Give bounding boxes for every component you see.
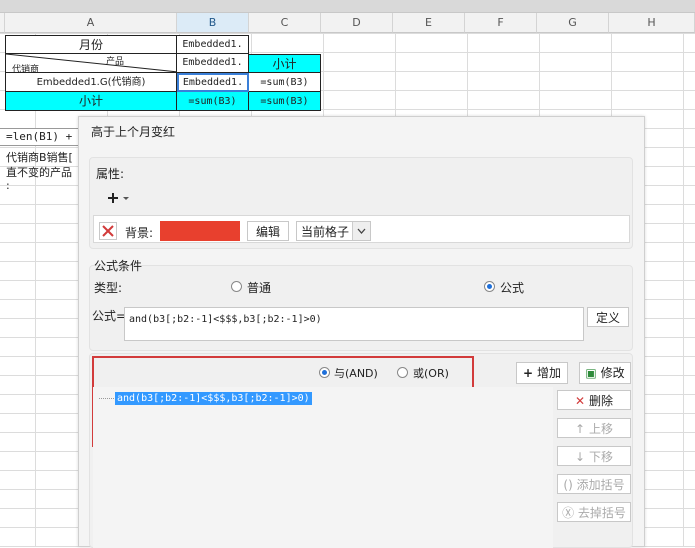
- condition-item-selected[interactable]: and(b3[;b2:-1]<$$$,b3[;b2:-1]>0): [115, 392, 312, 405]
- cell-a1[interactable]: 月份: [5, 35, 177, 54]
- type-label: 类型:: [94, 281, 123, 295]
- add-bracket-label: 添加括号: [576, 478, 625, 492]
- delete-button-label: 删除: [588, 394, 613, 408]
- arrow-down-icon: ↓: [575, 450, 586, 464]
- radio-or-label[interactable]: 或(OR): [413, 365, 449, 381]
- cell-c3[interactable]: =sum(B3): [249, 73, 321, 92]
- attributes-label: 属性:: [96, 167, 125, 181]
- radio-and[interactable]: [319, 367, 330, 378]
- modify-icon: ▣: [585, 366, 597, 380]
- move-up-button[interactable]: ↑ 上移: [557, 418, 631, 438]
- cell-b3-selected[interactable]: Embedded1.: [177, 73, 249, 92]
- plus-icon: [108, 193, 129, 203]
- radio-normal-label[interactable]: 普通: [247, 279, 271, 296]
- arrow-up-icon: ↑: [575, 422, 586, 436]
- move-down-button[interactable]: ↓ 下移: [557, 446, 631, 466]
- chevron-down-icon: [352, 222, 370, 240]
- condition-tree[interactable]: [93, 387, 553, 548]
- cell-a2-diagonal-header[interactable]: 产品 代销商: [5, 54, 177, 73]
- edit-button[interactable]: 编辑: [247, 221, 289, 241]
- column-header-h[interactable]: H: [609, 13, 695, 33]
- add-attribute-dropdown[interactable]: [101, 189, 131, 207]
- bracket-icon: (): [563, 478, 573, 492]
- column-header-g[interactable]: G: [537, 13, 609, 33]
- scope-select-value: 当前格子: [301, 225, 350, 239]
- formula-input[interactable]: and(b3[;b2:-1]<$$$,b3[;b2:-1]>0): [124, 307, 584, 341]
- remove-bracket-label: 去掉括号: [577, 506, 626, 520]
- formula-cell-text[interactable]: =len(B1) + ': [0, 128, 80, 146]
- define-button[interactable]: 定义: [587, 307, 629, 327]
- modify-button[interactable]: ▣ 修改: [579, 362, 631, 384]
- cell-b4[interactable]: =sum(B3): [177, 92, 249, 111]
- add-bracket-button[interactable]: () 添加括号: [557, 474, 631, 494]
- column-header-a[interactable]: A: [5, 13, 177, 33]
- column-header-d[interactable]: D: [321, 13, 393, 33]
- cell-b2[interactable]: Embedded1.: [177, 54, 249, 73]
- add-button-label: 增加: [536, 366, 561, 380]
- product-header-label: 产品: [106, 57, 125, 67]
- close-icon: [102, 225, 114, 237]
- conditional-attribute-dialog: 高于上个月变红 属性: 背景: 编辑 当前格子 公式条件 类型: 普通 公式 公…: [78, 116, 645, 548]
- condition-group-label: 公式条件: [94, 259, 143, 273]
- column-header-b[interactable]: B: [177, 13, 249, 33]
- formula-label: 公式=: [92, 309, 127, 323]
- plus-icon: +: [523, 366, 534, 380]
- modify-button-label: 修改: [600, 366, 625, 380]
- tree-connector: [99, 398, 114, 399]
- cell-a3[interactable]: Embedded1.G(代销商): [5, 73, 177, 92]
- radio-formula[interactable]: [484, 281, 495, 292]
- background-color-swatch[interactable]: [160, 221, 240, 241]
- delete-button[interactable]: ✕ 删除: [557, 390, 631, 410]
- cell-a4[interactable]: 小计: [5, 92, 177, 111]
- remove-bracket-button[interactable]: Ⓧ 去掉括号: [557, 502, 631, 522]
- dealer-header-label: 代销商: [12, 65, 40, 73]
- radio-or[interactable]: [397, 367, 408, 378]
- radio-formula-label[interactable]: 公式: [500, 279, 524, 296]
- column-header-e[interactable]: E: [393, 13, 465, 33]
- cell-c2[interactable]: 小计: [249, 54, 321, 73]
- dialog-title: 高于上个月变红: [91, 125, 176, 139]
- note-line-1: 代销商B销售[: [6, 151, 73, 164]
- move-down-label: 下移: [588, 450, 613, 464]
- scope-select[interactable]: 当前格子: [296, 221, 371, 241]
- cell-c4[interactable]: =sum(B3): [249, 92, 321, 111]
- note-line-2: 直不变的产品: [6, 166, 72, 179]
- cell-b1[interactable]: Embedded1.: [177, 35, 249, 54]
- bracket-remove-icon: Ⓧ: [562, 506, 575, 520]
- sheet-toolbar-strip: [0, 0, 695, 13]
- note-line-3: :: [6, 179, 10, 192]
- column-header-c[interactable]: C: [249, 13, 321, 33]
- close-icon: ✕: [575, 394, 586, 408]
- column-header-f[interactable]: F: [465, 13, 537, 33]
- remove-attribute-button[interactable]: [99, 222, 117, 240]
- radio-normal[interactable]: [231, 281, 242, 292]
- radio-and-label[interactable]: 与(AND): [334, 365, 378, 381]
- background-label: 背景:: [125, 226, 154, 240]
- add-button[interactable]: + 增加: [516, 362, 568, 384]
- move-up-label: 上移: [588, 422, 613, 436]
